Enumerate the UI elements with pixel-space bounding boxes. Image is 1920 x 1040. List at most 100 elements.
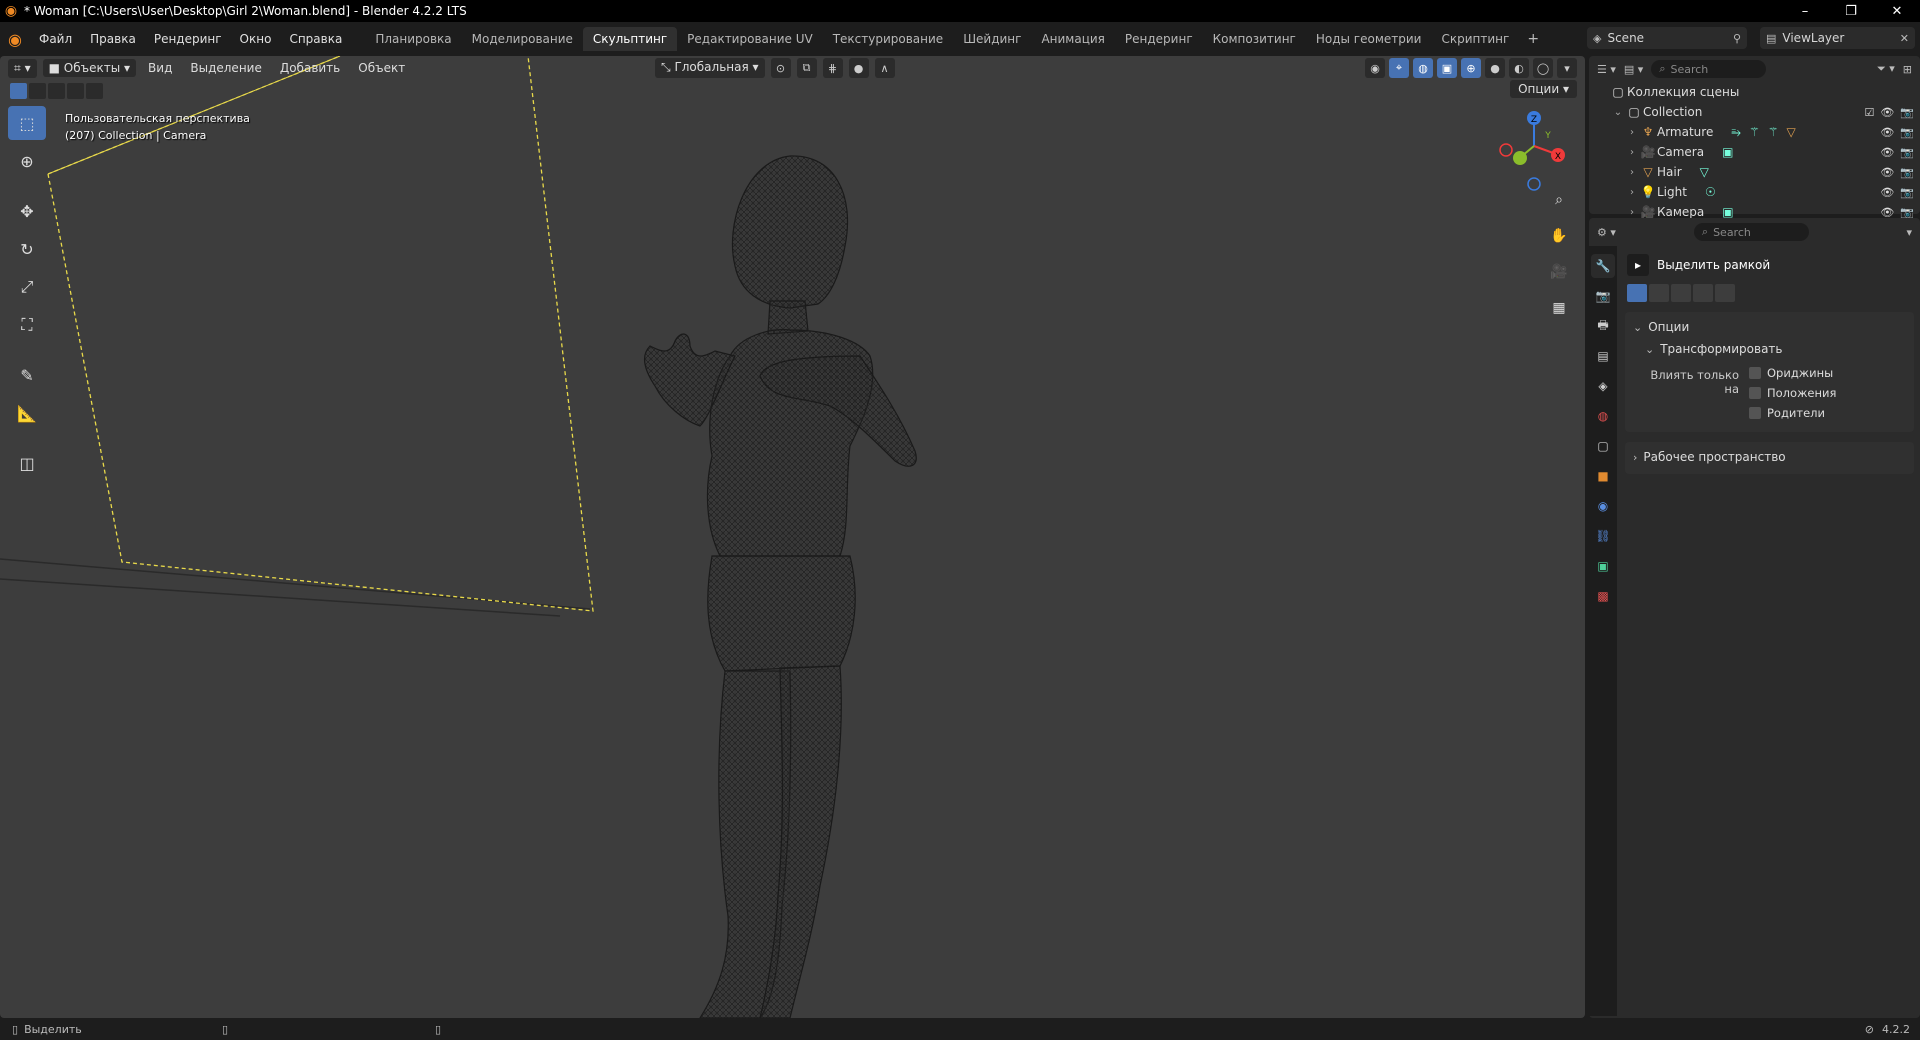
move-tool-icon[interactable]: ✥ bbox=[8, 194, 46, 228]
pan-hand-icon[interactable]: ✋ bbox=[1545, 222, 1573, 250]
tab-compositing[interactable]: Композитинг bbox=[1203, 27, 1306, 51]
xray-toggle-icon[interactable]: ▣ bbox=[1437, 58, 1457, 78]
menu-window[interactable]: Окно bbox=[231, 32, 281, 46]
properties-search-input[interactable]: ⌕ Search bbox=[1693, 223, 1809, 241]
interaction-mode-dropdown[interactable]: ■ Объекты ▾ bbox=[42, 59, 137, 77]
filter-icon[interactable]: ⏷ ▾ bbox=[1877, 62, 1895, 76]
object-data-tab-icon[interactable]: ▣ bbox=[1591, 554, 1615, 578]
transform-subpanel-header[interactable]: ⌄ Трансформировать bbox=[1625, 338, 1914, 360]
falloff-icon[interactable]: ∧ bbox=[874, 58, 895, 78]
render-tab-icon[interactable]: 📷 bbox=[1591, 284, 1615, 308]
select-extend-icon[interactable] bbox=[29, 83, 46, 99]
minimize-button[interactable]: – bbox=[1782, 0, 1828, 22]
render-camera-icon[interactable]: 📷 bbox=[1900, 146, 1914, 159]
transform-tool-icon[interactable]: ⛶ bbox=[8, 308, 46, 342]
woman-wireframe-mesh[interactable] bbox=[643, 155, 917, 1018]
expand-chevron-icon[interactable]: › bbox=[1625, 167, 1639, 178]
texture-tab-icon[interactable]: ▩ bbox=[1591, 584, 1615, 608]
menu-file[interactable]: Файл bbox=[30, 32, 81, 46]
gizmo-toggle-icon[interactable]: ⌖ bbox=[1389, 58, 1409, 78]
viewport-options-button[interactable]: Опции ▾ bbox=[1510, 80, 1577, 98]
add-cube-tool-icon[interactable]: ◫ bbox=[8, 446, 46, 480]
output-tab-icon[interactable]: 🖶 bbox=[1591, 314, 1615, 338]
eye-icon[interactable]: 👁 bbox=[1880, 186, 1894, 199]
outliner-editor-icon[interactable]: ☰ ▾ bbox=[1597, 63, 1616, 76]
eye-icon[interactable]: 👁 bbox=[1880, 206, 1894, 219]
cursor-tool-icon[interactable]: ⊕ bbox=[8, 144, 46, 178]
origins-checkbox[interactable]: Ориджины bbox=[1749, 366, 1836, 380]
pivot-point-icon[interactable]: ⊙ bbox=[770, 58, 791, 78]
tab-layout[interactable]: Планировка bbox=[365, 27, 461, 51]
constraints-tab-icon[interactable]: ⛓ bbox=[1591, 524, 1615, 548]
tool-tab-icon[interactable]: 🔧 bbox=[1591, 254, 1615, 278]
rotate-tool-icon[interactable]: ↻ bbox=[8, 232, 46, 266]
scale-tool-icon[interactable]: ⤢ bbox=[8, 270, 46, 304]
checkbox-box[interactable] bbox=[1749, 407, 1761, 419]
navigation-gizmo[interactable]: Z X Y bbox=[1492, 108, 1572, 198]
add-workspace-button[interactable]: + bbox=[1519, 27, 1547, 51]
select-box-tool-icon[interactable]: ⬚ bbox=[8, 106, 46, 140]
object-tab-icon[interactable]: ■ bbox=[1591, 464, 1615, 488]
menu-help[interactable]: Справка bbox=[280, 32, 351, 46]
tab-sculpting[interactable]: Скульптинг bbox=[582, 27, 678, 51]
blender-menu-icon[interactable]: ◉ bbox=[0, 30, 30, 49]
select-subtract-icon[interactable] bbox=[48, 83, 65, 99]
tab-geometry-nodes[interactable]: Ноды геометрии bbox=[1306, 27, 1432, 51]
expand-chevron-icon[interactable]: › bbox=[1625, 147, 1639, 158]
pin-icon[interactable]: ⚲ bbox=[1733, 32, 1741, 45]
select-extend-icon[interactable] bbox=[1649, 284, 1669, 302]
solid-shading-icon[interactable]: ● bbox=[1485, 58, 1505, 78]
select-invert-icon[interactable] bbox=[67, 83, 84, 99]
snap-icon[interactable]: ⧉ bbox=[796, 58, 817, 78]
render-camera-icon[interactable]: 📷 bbox=[1900, 106, 1914, 119]
render-camera-icon[interactable]: 📷 bbox=[1900, 206, 1914, 219]
menu-object[interactable]: Объект bbox=[352, 59, 411, 77]
wireframe-shading-icon[interactable]: ⊕ bbox=[1461, 58, 1481, 78]
display-mode-icon[interactable]: ▤ ▾ bbox=[1624, 63, 1643, 76]
proportional-edit-icon[interactable]: ● bbox=[848, 58, 869, 78]
maximize-button[interactable]: ❐ bbox=[1828, 0, 1874, 22]
chevron-down-icon[interactable]: ▾ bbox=[1906, 226, 1912, 239]
gizmo-neg-x[interactable] bbox=[1499, 143, 1513, 157]
physics-tab-icon[interactable]: ◉ bbox=[1591, 494, 1615, 518]
scene-selector[interactable]: ◈ Scene ⚲ bbox=[1587, 27, 1747, 49]
gizmo-neg-z[interactable] bbox=[1527, 177, 1541, 191]
menu-select[interactable]: Выделение bbox=[184, 59, 267, 77]
outliner-search-input[interactable]: ⌕ Search bbox=[1651, 60, 1767, 78]
ortho-grid-icon[interactable]: ▦ bbox=[1545, 294, 1573, 322]
camera-view-icon[interactable]: 🎥 bbox=[1545, 258, 1573, 286]
locations-checkbox[interactable]: Положения bbox=[1749, 386, 1836, 400]
measure-tool-icon[interactable]: 📐 bbox=[8, 396, 46, 430]
parents-checkbox[interactable]: Родители bbox=[1749, 406, 1836, 420]
eye-icon[interactable]: 👁 bbox=[1880, 146, 1894, 159]
shading-options-icon[interactable]: ▾ bbox=[1557, 58, 1577, 78]
menu-render[interactable]: Рендеринг bbox=[145, 32, 231, 46]
expand-chevron-icon[interactable]: › bbox=[1625, 187, 1639, 198]
checkbox-box[interactable] bbox=[1749, 367, 1761, 379]
checkbox-box[interactable] bbox=[1749, 387, 1761, 399]
scene-tab-icon[interactable]: ◈ bbox=[1591, 374, 1615, 398]
scene-collection-row[interactable]: ▢ Коллекция сцены bbox=[1589, 82, 1920, 102]
menu-add[interactable]: Добавить bbox=[274, 59, 346, 77]
expand-chevron-icon[interactable]: › bbox=[1625, 127, 1639, 138]
select-invert-icon[interactable] bbox=[1693, 284, 1713, 302]
render-camera-icon[interactable]: 📷 bbox=[1900, 186, 1914, 199]
select-intersect-icon[interactable] bbox=[1715, 284, 1735, 302]
zoom-icon[interactable]: ⌕ bbox=[1545, 186, 1573, 214]
workspace-panel-header[interactable]: › Рабочее пространство bbox=[1625, 446, 1914, 468]
view-layer-selector[interactable]: ▤ ViewLayer ✕ bbox=[1760, 27, 1915, 49]
close-view-layer-icon[interactable]: ✕ bbox=[1900, 32, 1909, 45]
select-intersect-icon[interactable] bbox=[86, 83, 103, 99]
editor-type-button[interactable]: ⌗ ▾ bbox=[8, 58, 37, 78]
rendered-shading-icon[interactable]: ◯ bbox=[1533, 58, 1553, 78]
expand-chevron-icon[interactable]: › bbox=[1625, 207, 1639, 218]
collection-tab-icon[interactable]: ▢ bbox=[1591, 434, 1615, 458]
gizmo-y-axis[interactable] bbox=[1513, 151, 1527, 165]
world-tab-icon[interactable]: ◍ bbox=[1591, 404, 1615, 428]
checkbox-icon[interactable]: ☑ bbox=[1864, 106, 1874, 119]
outliner-item-armature[interactable]: › ♆ Armature ⥱ ⚚ ⚚ ▽ 👁 📷 bbox=[1589, 122, 1920, 142]
tab-shading[interactable]: Шейдинг bbox=[953, 27, 1031, 51]
select-new-icon[interactable] bbox=[1627, 284, 1647, 302]
transform-orientation-dropdown[interactable]: ⤡ Глобальная ▾ bbox=[655, 58, 765, 78]
outliner-item-camera[interactable]: › 🎥 Camera ▣ 👁 📷 bbox=[1589, 142, 1920, 162]
